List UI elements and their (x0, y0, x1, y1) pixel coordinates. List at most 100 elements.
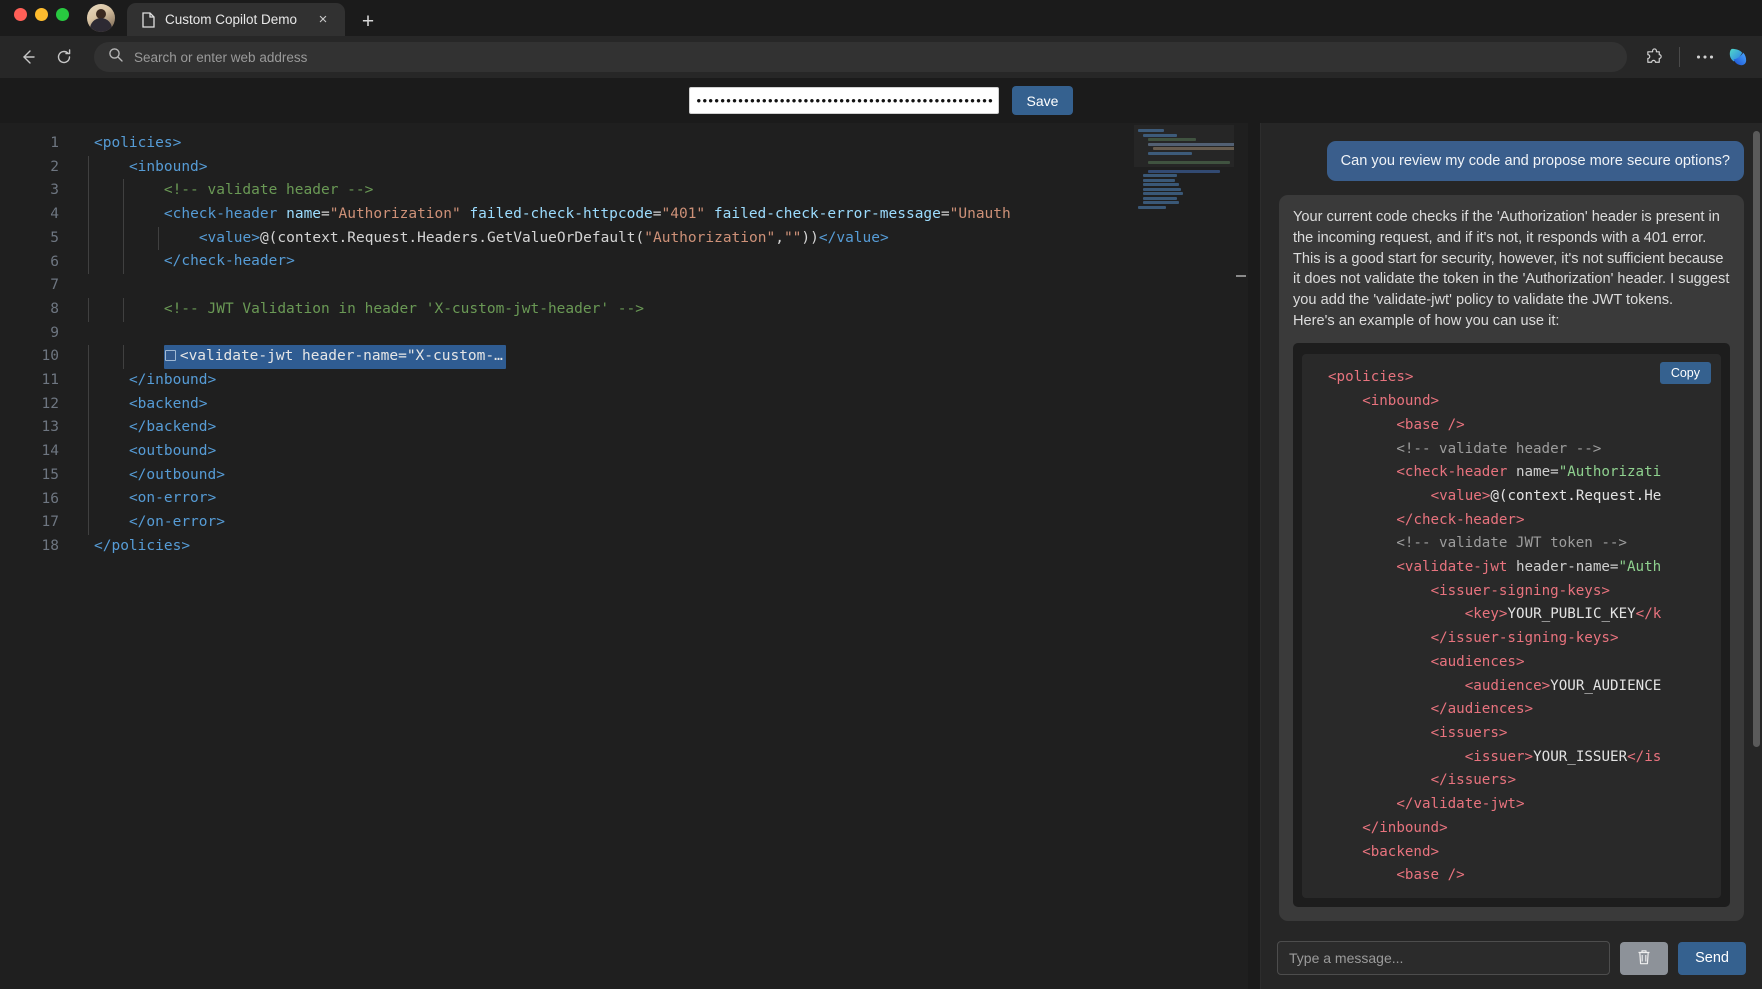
code-line-text: </inbound> (94, 372, 216, 388)
code-line[interactable]: </on-error> (72, 511, 1134, 535)
indent-guide (88, 250, 89, 274)
line-number: 10 (0, 345, 59, 369)
back-arrow-icon[interactable] (12, 42, 44, 72)
line-number: 9 (0, 322, 59, 346)
chat-message-input[interactable] (1277, 941, 1610, 975)
line-number: 5 (0, 227, 59, 251)
line-number: 8 (0, 298, 59, 322)
code-line[interactable]: </policies> (72, 535, 1134, 559)
code-line-text: </outbound> (94, 467, 225, 483)
send-button[interactable]: Send (1678, 942, 1746, 975)
code-line[interactable]: <policies> (72, 132, 1134, 156)
chat-message-list[interactable]: Can you review my code and propose more … (1261, 123, 1762, 927)
address-bar[interactable]: Search or enter web address (94, 42, 1627, 72)
indent-guide (123, 179, 124, 203)
code-content[interactable]: <policies> <inbound> <!-- validate heade… (72, 123, 1134, 989)
indent-guide (88, 345, 89, 369)
minimap-line (1143, 192, 1183, 195)
minimize-window-button[interactable] (35, 8, 48, 21)
code-block-container: Copy <policies> <inbound> <base /> <!-- … (1293, 343, 1730, 906)
secret-input[interactable]: ••••••••••••••••••••••••••••••••••••••••… (689, 87, 999, 114)
code-line[interactable]: <!-- validate header --> (72, 179, 1134, 203)
indent-guide (88, 179, 89, 203)
tabstrip: Custom Copilot Demo × + (127, 3, 385, 36)
line-number: 14 (0, 440, 59, 464)
code-line[interactable]: </check-header> (72, 250, 1134, 274)
minimap-line (1143, 183, 1179, 186)
tab-custom-copilot-demo[interactable]: Custom Copilot Demo × (127, 3, 345, 36)
line-number: 12 (0, 393, 59, 417)
puzzle-icon[interactable] (1639, 43, 1669, 71)
indent-guide (158, 227, 159, 251)
chat-scrollbar[interactable] (1753, 131, 1760, 921)
code-line-text: </check-header> (94, 253, 295, 269)
line-number: 11 (0, 369, 59, 393)
code-line[interactable]: <inbound> (72, 156, 1134, 180)
code-line-text: <inbound> (94, 159, 208, 175)
indent-guide (88, 393, 89, 417)
save-button[interactable]: Save (1012, 86, 1074, 115)
minimap-line (1143, 197, 1177, 200)
code-line[interactable] (72, 274, 1134, 298)
minimap-line (1148, 152, 1192, 155)
indent-guide (123, 345, 124, 369)
code-line[interactable]: <validate-jwt header-name="X-custom-… (72, 345, 1134, 369)
chat-scrollbar-thumb[interactable] (1753, 131, 1760, 747)
avatar[interactable] (87, 4, 115, 32)
save-bar: ••••••••••••••••••••••••••••••••••••••••… (0, 78, 1762, 123)
new-tab-button[interactable]: + (351, 6, 385, 36)
close-icon[interactable]: × (313, 10, 333, 30)
page-content: ••••••••••••••••••••••••••••••••••••••••… (0, 78, 1762, 989)
avatar-body (90, 18, 112, 32)
code-line-text: </on-error> (94, 514, 225, 530)
ellipsis-icon[interactable] (1690, 43, 1720, 71)
code-line[interactable]: </inbound> (72, 369, 1134, 393)
code-line[interactable]: <value>@(context.Request.Headers.GetValu… (72, 227, 1134, 251)
maximize-window-button[interactable] (56, 8, 69, 21)
code-line[interactable]: <on-error> (72, 487, 1134, 511)
line-number: 7 (0, 274, 59, 298)
code-line[interactable]: <backend> (72, 393, 1134, 417)
indent-guide (123, 203, 124, 227)
code-editor[interactable]: 123456789101112131415161718 <policies> <… (0, 123, 1260, 989)
indent-guide (88, 511, 89, 535)
line-number: 2 (0, 156, 59, 180)
editor-scrollbar[interactable] (1234, 123, 1248, 989)
chat-panel: Can you review my code and propose more … (1260, 123, 1762, 989)
indent-guide (123, 298, 124, 322)
tab-title: Custom Copilot Demo (165, 12, 303, 27)
copilot-icon[interactable] (1724, 44, 1750, 70)
copy-button[interactable]: Copy (1660, 362, 1711, 384)
indent-guide (123, 227, 124, 251)
code-line-text: </backend> (94, 419, 216, 435)
code-block-content: <policies> <inbound> <base /> <!-- valid… (1302, 366, 1721, 887)
editor-minimap[interactable] (1134, 123, 1234, 989)
code-line[interactable] (72, 322, 1134, 346)
code-line[interactable]: </backend> (72, 416, 1134, 440)
indent-guide (88, 203, 89, 227)
minimap-line (1143, 174, 1177, 177)
minimap-line (1143, 201, 1179, 204)
reload-icon[interactable] (48, 42, 80, 72)
minimap-line (1138, 206, 1166, 209)
indent-guide (88, 416, 89, 440)
code-line[interactable]: <!-- JWT Validation in header 'X-custom-… (72, 298, 1134, 322)
titlebar: Custom Copilot Demo × + (0, 0, 1762, 36)
line-number-gutter: 123456789101112131415161718 (0, 123, 72, 989)
indent-guide (88, 298, 89, 322)
line-number: 6 (0, 251, 59, 275)
minimap-line (1148, 170, 1220, 173)
browser-toolbar: Search or enter web address (0, 36, 1762, 78)
line-number: 1 (0, 132, 59, 156)
code-line[interactable]: <check-header name="Authorization" faile… (72, 203, 1134, 227)
close-window-button[interactable] (14, 8, 27, 21)
indent-guide (88, 440, 89, 464)
minimap-line (1138, 129, 1164, 132)
code-line[interactable]: <outbound> (72, 440, 1134, 464)
indent-guide (88, 227, 89, 251)
indent-guide (123, 250, 124, 274)
indent-guide (88, 464, 89, 488)
code-line[interactable]: </outbound> (72, 464, 1134, 488)
clear-chat-button[interactable] (1620, 942, 1668, 975)
address-bar-placeholder: Search or enter web address (134, 50, 307, 65)
